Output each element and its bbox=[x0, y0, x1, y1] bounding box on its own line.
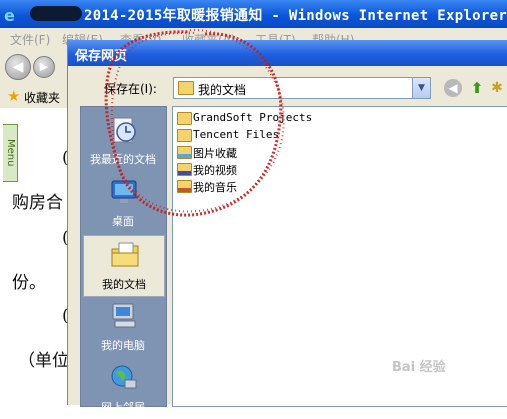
network-places-icon bbox=[111, 365, 137, 389]
back-icon[interactable]: ◀ bbox=[444, 79, 462, 97]
ie-title-bar: e 2014-2015年取暖报销通知 - Windows Internet Ex… bbox=[0, 0, 507, 28]
menu-file[interactable]: 文件(F) bbox=[10, 31, 50, 48]
dialog-title-bar: 保存网页 bbox=[68, 40, 507, 66]
forward-button[interactable]: ▶ bbox=[33, 56, 55, 78]
doc-text-line: （单位 bbox=[18, 351, 69, 371]
file-name: GrandSoft Projects bbox=[193, 111, 313, 124]
favorites-button[interactable]: 收藏夹 bbox=[24, 89, 60, 106]
place-network[interactable]: 网上邻居 bbox=[83, 359, 163, 419]
file-name: 我的视频 bbox=[193, 164, 237, 177]
my-documents-icon bbox=[178, 81, 194, 95]
watermark: Bai 经验 bbox=[392, 360, 446, 375]
file-name: 我的音乐 bbox=[193, 181, 237, 194]
recent-documents-icon bbox=[113, 117, 136, 143]
music-folder-icon bbox=[177, 180, 192, 193]
folder-icon bbox=[177, 112, 192, 125]
doc-text-line: 份。 bbox=[12, 273, 46, 293]
redacted-blot bbox=[30, 6, 82, 21]
my-documents-icon bbox=[111, 242, 139, 267]
pictures-folder-icon bbox=[177, 146, 192, 159]
video-folder-icon bbox=[177, 163, 192, 176]
new-folder-icon[interactable]: ✱ bbox=[488, 79, 506, 97]
place-my-documents[interactable]: 我的文档 bbox=[83, 235, 165, 297]
place-label: 我最近的文档 bbox=[90, 153, 156, 166]
save-in-dropdown[interactable]: 我的文档 ▼ bbox=[173, 77, 431, 99]
dialog-title: 保存网页 bbox=[75, 49, 128, 64]
save-webpage-dialog: 保存网页 保存在(I): 我的文档 ▼ ◀ ⬆ ✱ 我最近的文档 桌面 我的文档… bbox=[68, 40, 507, 414]
up-folder-icon[interactable]: ⬆ bbox=[468, 79, 486, 97]
place-label: 我的文档 bbox=[102, 278, 146, 291]
doc-text-line: 购房合 bbox=[12, 193, 63, 213]
place-label: 我的电脑 bbox=[101, 339, 145, 352]
my-computer-icon bbox=[112, 303, 136, 328]
file-name: 图片收藏 bbox=[193, 147, 237, 160]
place-desktop[interactable]: 桌面 bbox=[83, 173, 163, 233]
chevron-down-icon[interactable]: ▼ bbox=[412, 78, 430, 98]
save-in-label: 保存在(I): bbox=[104, 82, 157, 96]
file-name: Tencent Files bbox=[193, 128, 280, 141]
sidebar-menu-tab[interactable]: Menu bbox=[3, 124, 18, 182]
save-in-value: 我的文档 bbox=[198, 83, 247, 97]
place-label: 桌面 bbox=[112, 215, 134, 228]
ie-window-title: 2014-2015年取暖报销通知 - Windows Internet Expl… bbox=[84, 8, 507, 24]
place-my-computer[interactable]: 我的电脑 bbox=[83, 297, 163, 357]
back-button[interactable]: ◀ bbox=[5, 54, 31, 80]
folder-icon bbox=[177, 129, 192, 142]
desktop-icon bbox=[111, 180, 137, 203]
ie-logo-icon: e bbox=[4, 6, 15, 25]
place-recent[interactable]: 我最近的文档 bbox=[83, 111, 163, 171]
places-bar: 我最近的文档 桌面 我的文档 我的电脑 网上邻居 bbox=[80, 106, 167, 414]
place-label: 网上邻居 bbox=[101, 401, 145, 414]
file-list: GrandSoft Projects Tencent Files 图片收藏 我的… bbox=[172, 106, 507, 407]
favorites-star-icon: ★ bbox=[7, 87, 21, 105]
